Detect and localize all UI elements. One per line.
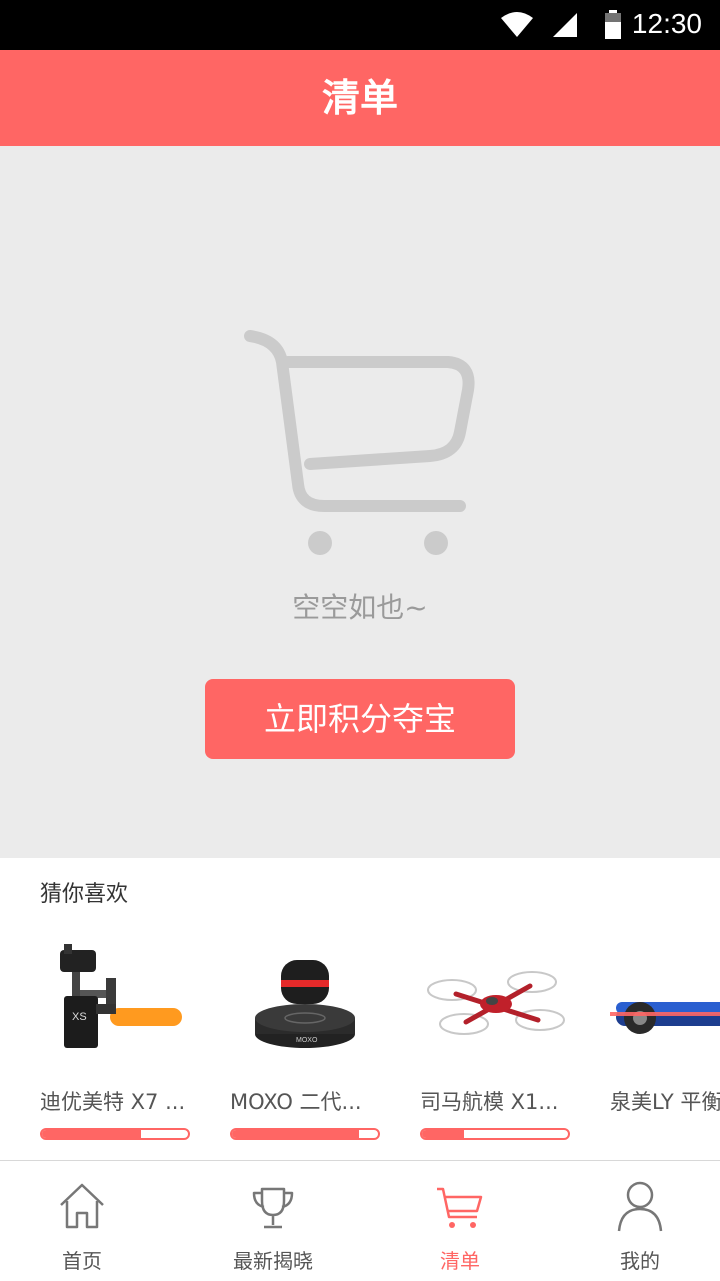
product-card[interactable]: XS 迪优美特 X7 ... xyxy=(40,938,190,1140)
tab-list[interactable]: 清单 xyxy=(370,1161,550,1281)
signal-icon xyxy=(552,12,578,42)
progress-bar xyxy=(230,1128,380,1140)
tab-latest[interactable]: 最新揭晓 xyxy=(183,1161,363,1281)
product-name: MOXO 二代... xyxy=(230,1090,362,1114)
earn-points-button[interactable]: 立即积分夺宝 xyxy=(205,679,515,759)
progress-fill xyxy=(232,1130,360,1138)
wifi-icon xyxy=(500,12,534,42)
empty-state: 空空如也~ 立即积分夺宝 xyxy=(0,146,720,858)
empty-message: 空空如也~ xyxy=(292,591,428,624)
progress-bar xyxy=(420,1128,570,1140)
drone-product-image xyxy=(420,938,570,1058)
home-icon xyxy=(57,1179,107,1235)
tab-label: 我的 xyxy=(620,1249,660,1273)
svg-text:MOXO: MOXO xyxy=(296,1037,318,1044)
tab-label: 清单 xyxy=(440,1249,480,1273)
status-bar: 12:30 xyxy=(0,0,720,50)
cart-icon xyxy=(435,1179,485,1235)
progress-fill xyxy=(42,1130,142,1138)
tab-home[interactable]: 首页 xyxy=(0,1161,172,1281)
product-name: 迪优美特 X7 ... xyxy=(40,1090,186,1114)
progress-bar xyxy=(40,1128,190,1140)
status-time: 12:30 xyxy=(631,8,702,39)
trophy-icon xyxy=(248,1179,298,1235)
bottom-tab-bar: 首页 最新揭晓 清单 我的 xyxy=(0,1160,720,1281)
gimbal-product-image: XS xyxy=(40,938,190,1058)
progress-fill xyxy=(422,1130,465,1138)
speaker-product-image: MOXO xyxy=(230,938,380,1058)
tab-label: 最新揭晓 xyxy=(233,1249,313,1273)
product-card[interactable]: 司马航模 X1... xyxy=(420,938,570,1140)
shopping-cart-icon xyxy=(240,326,480,560)
svg-text:XS: XS xyxy=(72,1011,87,1023)
recommend-section: 猜你喜欢 XS 迪优美特 X7 ... MOXO MOXO 二代... 司马航模… xyxy=(0,858,720,1160)
hoverboard-product-image xyxy=(610,938,720,1058)
tab-label: 首页 xyxy=(62,1249,102,1273)
battery-icon xyxy=(604,10,622,44)
product-card[interactable]: MOXO MOXO 二代... xyxy=(230,938,380,1140)
section-title: 猜你喜欢 xyxy=(40,882,129,907)
user-icon xyxy=(615,1179,665,1235)
page-title: 清单 xyxy=(321,76,398,120)
header: 清单 xyxy=(0,50,720,146)
product-card[interactable]: 泉美LY 平衡... xyxy=(610,938,720,1160)
product-name: 泉美LY 平衡... xyxy=(610,1090,720,1114)
tab-mine[interactable]: 我的 xyxy=(550,1161,720,1281)
product-name: 司马航模 X1... xyxy=(420,1090,559,1114)
